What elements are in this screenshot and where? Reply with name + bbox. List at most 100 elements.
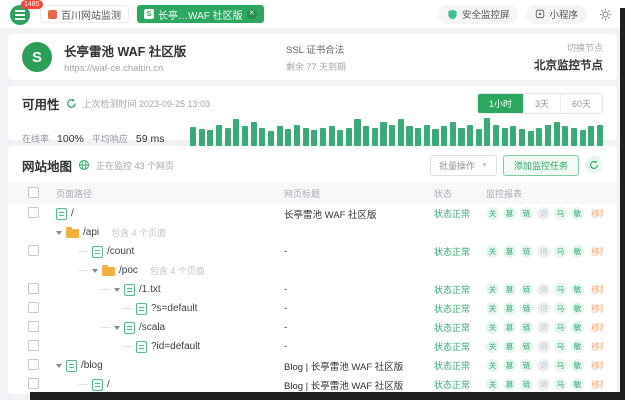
row-checkbox[interactable] <box>28 283 39 294</box>
monitor-report-badge[interactable]: 词 <box>537 340 550 353</box>
switch-node-link[interactable]: 切换节点 <box>534 41 603 54</box>
remove-row-link[interactable]: 移除 <box>591 321 603 334</box>
time-range-option[interactable]: 1小时 <box>478 94 523 113</box>
monitor-report-badge[interactable]: 篡 <box>503 321 516 334</box>
page-path[interactable]: ?id=default <box>151 341 200 352</box>
monitor-report-badge[interactable]: 篡 <box>503 378 516 391</box>
monitor-report-badge[interactable]: 篡 <box>503 340 516 353</box>
monitor-report-badge[interactable]: 关 <box>486 302 499 315</box>
page-icon <box>124 284 135 296</box>
row-checkbox[interactable] <box>28 321 39 332</box>
monitor-report-badge[interactable]: 链 <box>520 340 533 353</box>
monitor-report-badge[interactable]: 关 <box>486 359 499 372</box>
page-path[interactable]: / <box>71 208 74 219</box>
row-checkbox[interactable] <box>28 378 39 389</box>
monitor-report-badge[interactable]: 链 <box>520 359 533 372</box>
monitor-report-badge[interactable]: 词 <box>537 359 550 372</box>
monitor-report-badge[interactable]: 词 <box>537 283 550 296</box>
monitor-report-badge[interactable]: 敏 <box>571 207 584 220</box>
monitor-report-badge[interactable]: 链 <box>520 321 533 334</box>
monitor-report-badge[interactable]: 敏 <box>571 302 584 315</box>
monitor-report-badge[interactable]: 关 <box>486 245 499 258</box>
sitemap-refresh-button[interactable] <box>585 156 603 174</box>
monitor-report-badge[interactable]: 词 <box>537 245 550 258</box>
monitor-report-badge[interactable]: 链 <box>520 283 533 296</box>
time-range-option[interactable]: 60天 <box>560 94 602 113</box>
folder-page-count: 包含 4 个页面 <box>150 264 205 277</box>
row-checkbox[interactable] <box>28 302 39 313</box>
tree-expand-caret-icon[interactable] <box>114 288 120 292</box>
monitor-report-badge[interactable]: 敏 <box>571 283 584 296</box>
monitor-report-badge[interactable]: 马 <box>554 302 567 315</box>
monitor-report-badge[interactable]: 篡 <box>503 207 516 220</box>
monitor-report-badge[interactable]: 敏 <box>571 378 584 391</box>
select-all-checkbox[interactable] <box>28 187 39 198</box>
remove-row-link[interactable]: 移除 <box>591 245 603 258</box>
monitor-report-badge[interactable]: 链 <box>520 378 533 391</box>
monitor-report-badge[interactable]: 马 <box>554 378 567 391</box>
monitor-report-badge[interactable]: 词 <box>537 302 550 315</box>
monitor-report-badge[interactable]: 链 <box>520 302 533 315</box>
monitor-report-badge[interactable]: 敏 <box>571 340 584 353</box>
monitor-report-badge[interactable]: 词 <box>537 207 550 220</box>
time-range-option[interactable]: 3天 <box>523 94 560 113</box>
monitor-report-badge[interactable]: 词 <box>537 321 550 334</box>
remove-row-link[interactable]: 移除 <box>591 359 603 372</box>
page-path[interactable]: /blog <box>81 360 103 371</box>
tree-expand-caret-icon[interactable] <box>92 269 98 273</box>
tree-expand-caret-icon[interactable] <box>114 326 120 330</box>
settings-button[interactable] <box>595 4 615 24</box>
monitor-report-badge[interactable]: 篡 <box>503 359 516 372</box>
monitor-report-badge[interactable]: 关 <box>486 283 499 296</box>
tab-close-icon[interactable]: ✕ <box>247 9 257 19</box>
monitor-report-badge[interactable]: 马 <box>554 283 567 296</box>
tree-expand-caret-icon[interactable] <box>56 364 62 368</box>
availability-bar <box>536 128 542 146</box>
monitor-report-badge[interactable]: 关 <box>486 207 499 220</box>
remove-row-link[interactable]: 移除 <box>591 302 603 315</box>
tab-waf-community[interactable]: S 长亭…WAF 社区版 ✕ <box>137 5 264 23</box>
monitor-report-badge[interactable]: 链 <box>520 207 533 220</box>
page-path[interactable]: / <box>107 379 110 390</box>
monitor-report-badge[interactable]: 敏 <box>571 245 584 258</box>
monitor-report-badge[interactable]: 敏 <box>571 321 584 334</box>
availability-bar <box>588 126 594 146</box>
site-url-link[interactable]: https://waf-ce.chaitin.cn <box>64 63 274 74</box>
monitor-report-badge[interactable]: 篡 <box>503 302 516 315</box>
page-path[interactable]: /poc <box>119 265 138 276</box>
monitor-report-badge[interactable]: 关 <box>486 378 499 391</box>
monitor-report-badge[interactable]: 马 <box>554 359 567 372</box>
monitor-report-badge[interactable]: 敏 <box>571 359 584 372</box>
monitor-report-badge[interactable]: 马 <box>554 340 567 353</box>
row-checkbox[interactable] <box>28 340 39 351</box>
monitor-report-badge[interactable]: 词 <box>537 378 550 391</box>
security-monitor-screen-button[interactable]: 安全监控屏 <box>438 5 519 24</box>
remove-row-link[interactable]: 移除 <box>591 378 603 391</box>
monitor-report-badge[interactable]: 马 <box>554 321 567 334</box>
bulk-action-select[interactable]: 批量操作 ▼ <box>430 155 497 176</box>
row-checkbox[interactable] <box>28 359 39 370</box>
monitor-report-badge[interactable]: 马 <box>554 207 567 220</box>
row-checkbox[interactable] <box>28 245 39 256</box>
add-monitor-task-button[interactable]: 添加监控任务 <box>503 155 579 176</box>
monitor-report-badge[interactable]: 马 <box>554 245 567 258</box>
remove-row-link[interactable]: 移除 <box>591 340 603 353</box>
refresh-icon[interactable] <box>66 98 77 109</box>
tree-expand-caret-icon[interactable] <box>56 231 62 235</box>
monitor-report-badge[interactable]: 篡 <box>503 245 516 258</box>
monitor-report-badge[interactable]: 关 <box>486 321 499 334</box>
tab-site-monitoring[interactable]: 百川网站监测 <box>40 5 129 23</box>
row-checkbox[interactable] <box>28 207 39 218</box>
monitor-report-badge[interactable]: 篡 <box>503 283 516 296</box>
platform-logo[interactable]: 1485 <box>10 3 32 25</box>
monitor-report-badge[interactable]: 链 <box>520 245 533 258</box>
page-path[interactable]: /1.txt <box>139 284 161 295</box>
page-path[interactable]: /api <box>83 227 99 238</box>
remove-row-link[interactable]: 移除 <box>591 283 603 296</box>
mini-program-button[interactable]: 小程序 <box>526 5 587 24</box>
page-path[interactable]: ?s=default <box>151 303 197 314</box>
remove-row-link[interactable]: 移除 <box>591 207 603 220</box>
monitor-report-badge[interactable]: 关 <box>486 340 499 353</box>
page-path[interactable]: /scala <box>139 322 165 333</box>
page-path[interactable]: /count <box>107 246 134 257</box>
